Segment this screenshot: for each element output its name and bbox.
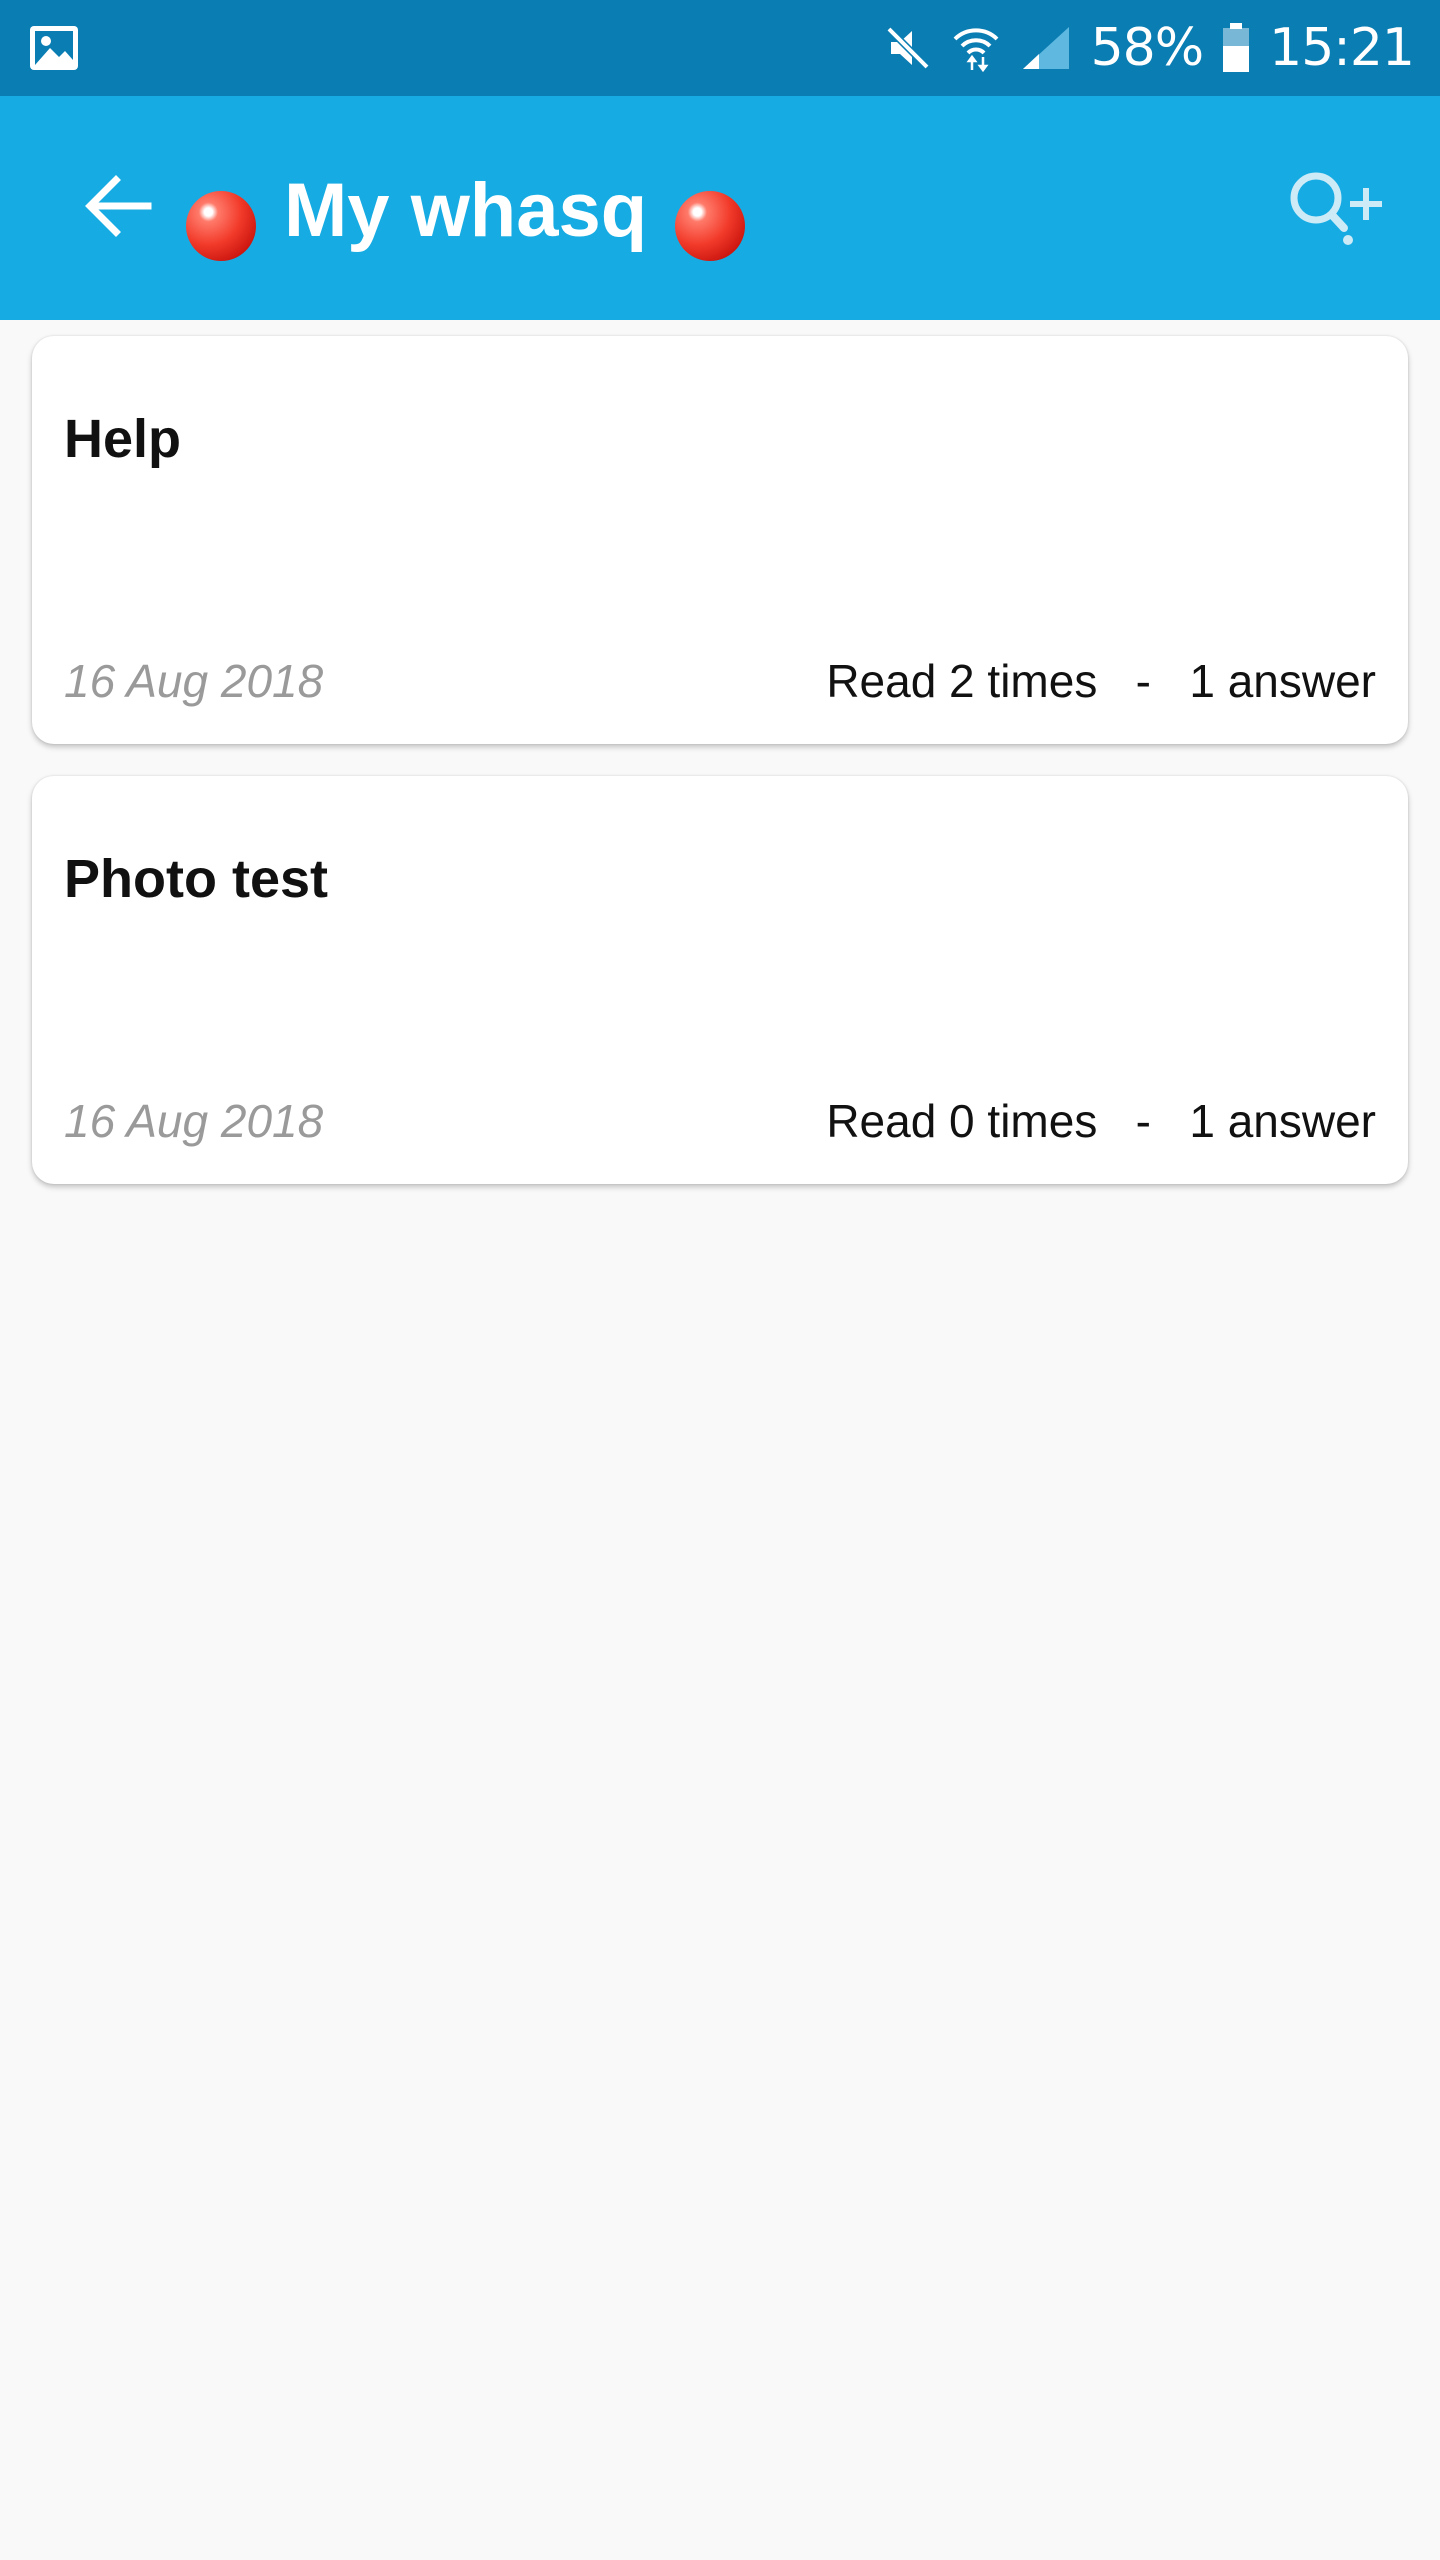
- read-count: Read 2 times: [826, 655, 1098, 707]
- clock: 15:21: [1269, 18, 1415, 78]
- battery-icon: [1223, 23, 1250, 72]
- battery-percent: 58%: [1090, 18, 1205, 78]
- red-ball-icon: [186, 191, 256, 261]
- card-stats: Read 0 times - 1 answer: [826, 1094, 1376, 1148]
- title-group: My whasq: [186, 156, 746, 266]
- mute-icon: [886, 26, 930, 70]
- add-search-button[interactable]: [1284, 160, 1388, 256]
- answer-count: 1 answer: [1189, 655, 1376, 707]
- gallery-icon: [30, 26, 78, 70]
- back-button[interactable]: [60, 148, 176, 264]
- read-count: Read 0 times: [826, 1095, 1098, 1147]
- card-date: 16 Aug 2018: [64, 655, 324, 707]
- app-bar: My whasq: [0, 96, 1440, 320]
- card-title: Help: [64, 409, 182, 469]
- arrow-left-icon: [85, 175, 152, 237]
- stats-separator: -: [1135, 655, 1151, 707]
- answer-count: 1 answer: [1189, 1095, 1376, 1147]
- card-stats: Read 2 times - 1 answer: [826, 654, 1376, 708]
- page-title: My whasq: [284, 168, 648, 253]
- search-plus-icon: [1290, 172, 1382, 245]
- question-card[interactable]: Photo test 16 Aug 2018 Read 0 times - 1 …: [32, 776, 1408, 1184]
- status-icons: 58% 15:21: [883, 0, 1415, 96]
- stats-separator: -: [1135, 1095, 1151, 1147]
- signal-icon: [1022, 27, 1069, 69]
- wifi-icon: [953, 28, 998, 73]
- question-card[interactable]: Help 16 Aug 2018 Read 2 times - 1 answer: [32, 336, 1408, 744]
- red-ball-icon: [675, 191, 746, 261]
- card-title: Photo test: [64, 849, 328, 909]
- status-bar: 58% 15:21: [0, 0, 1440, 96]
- card-date: 16 Aug 2018: [64, 1095, 324, 1147]
